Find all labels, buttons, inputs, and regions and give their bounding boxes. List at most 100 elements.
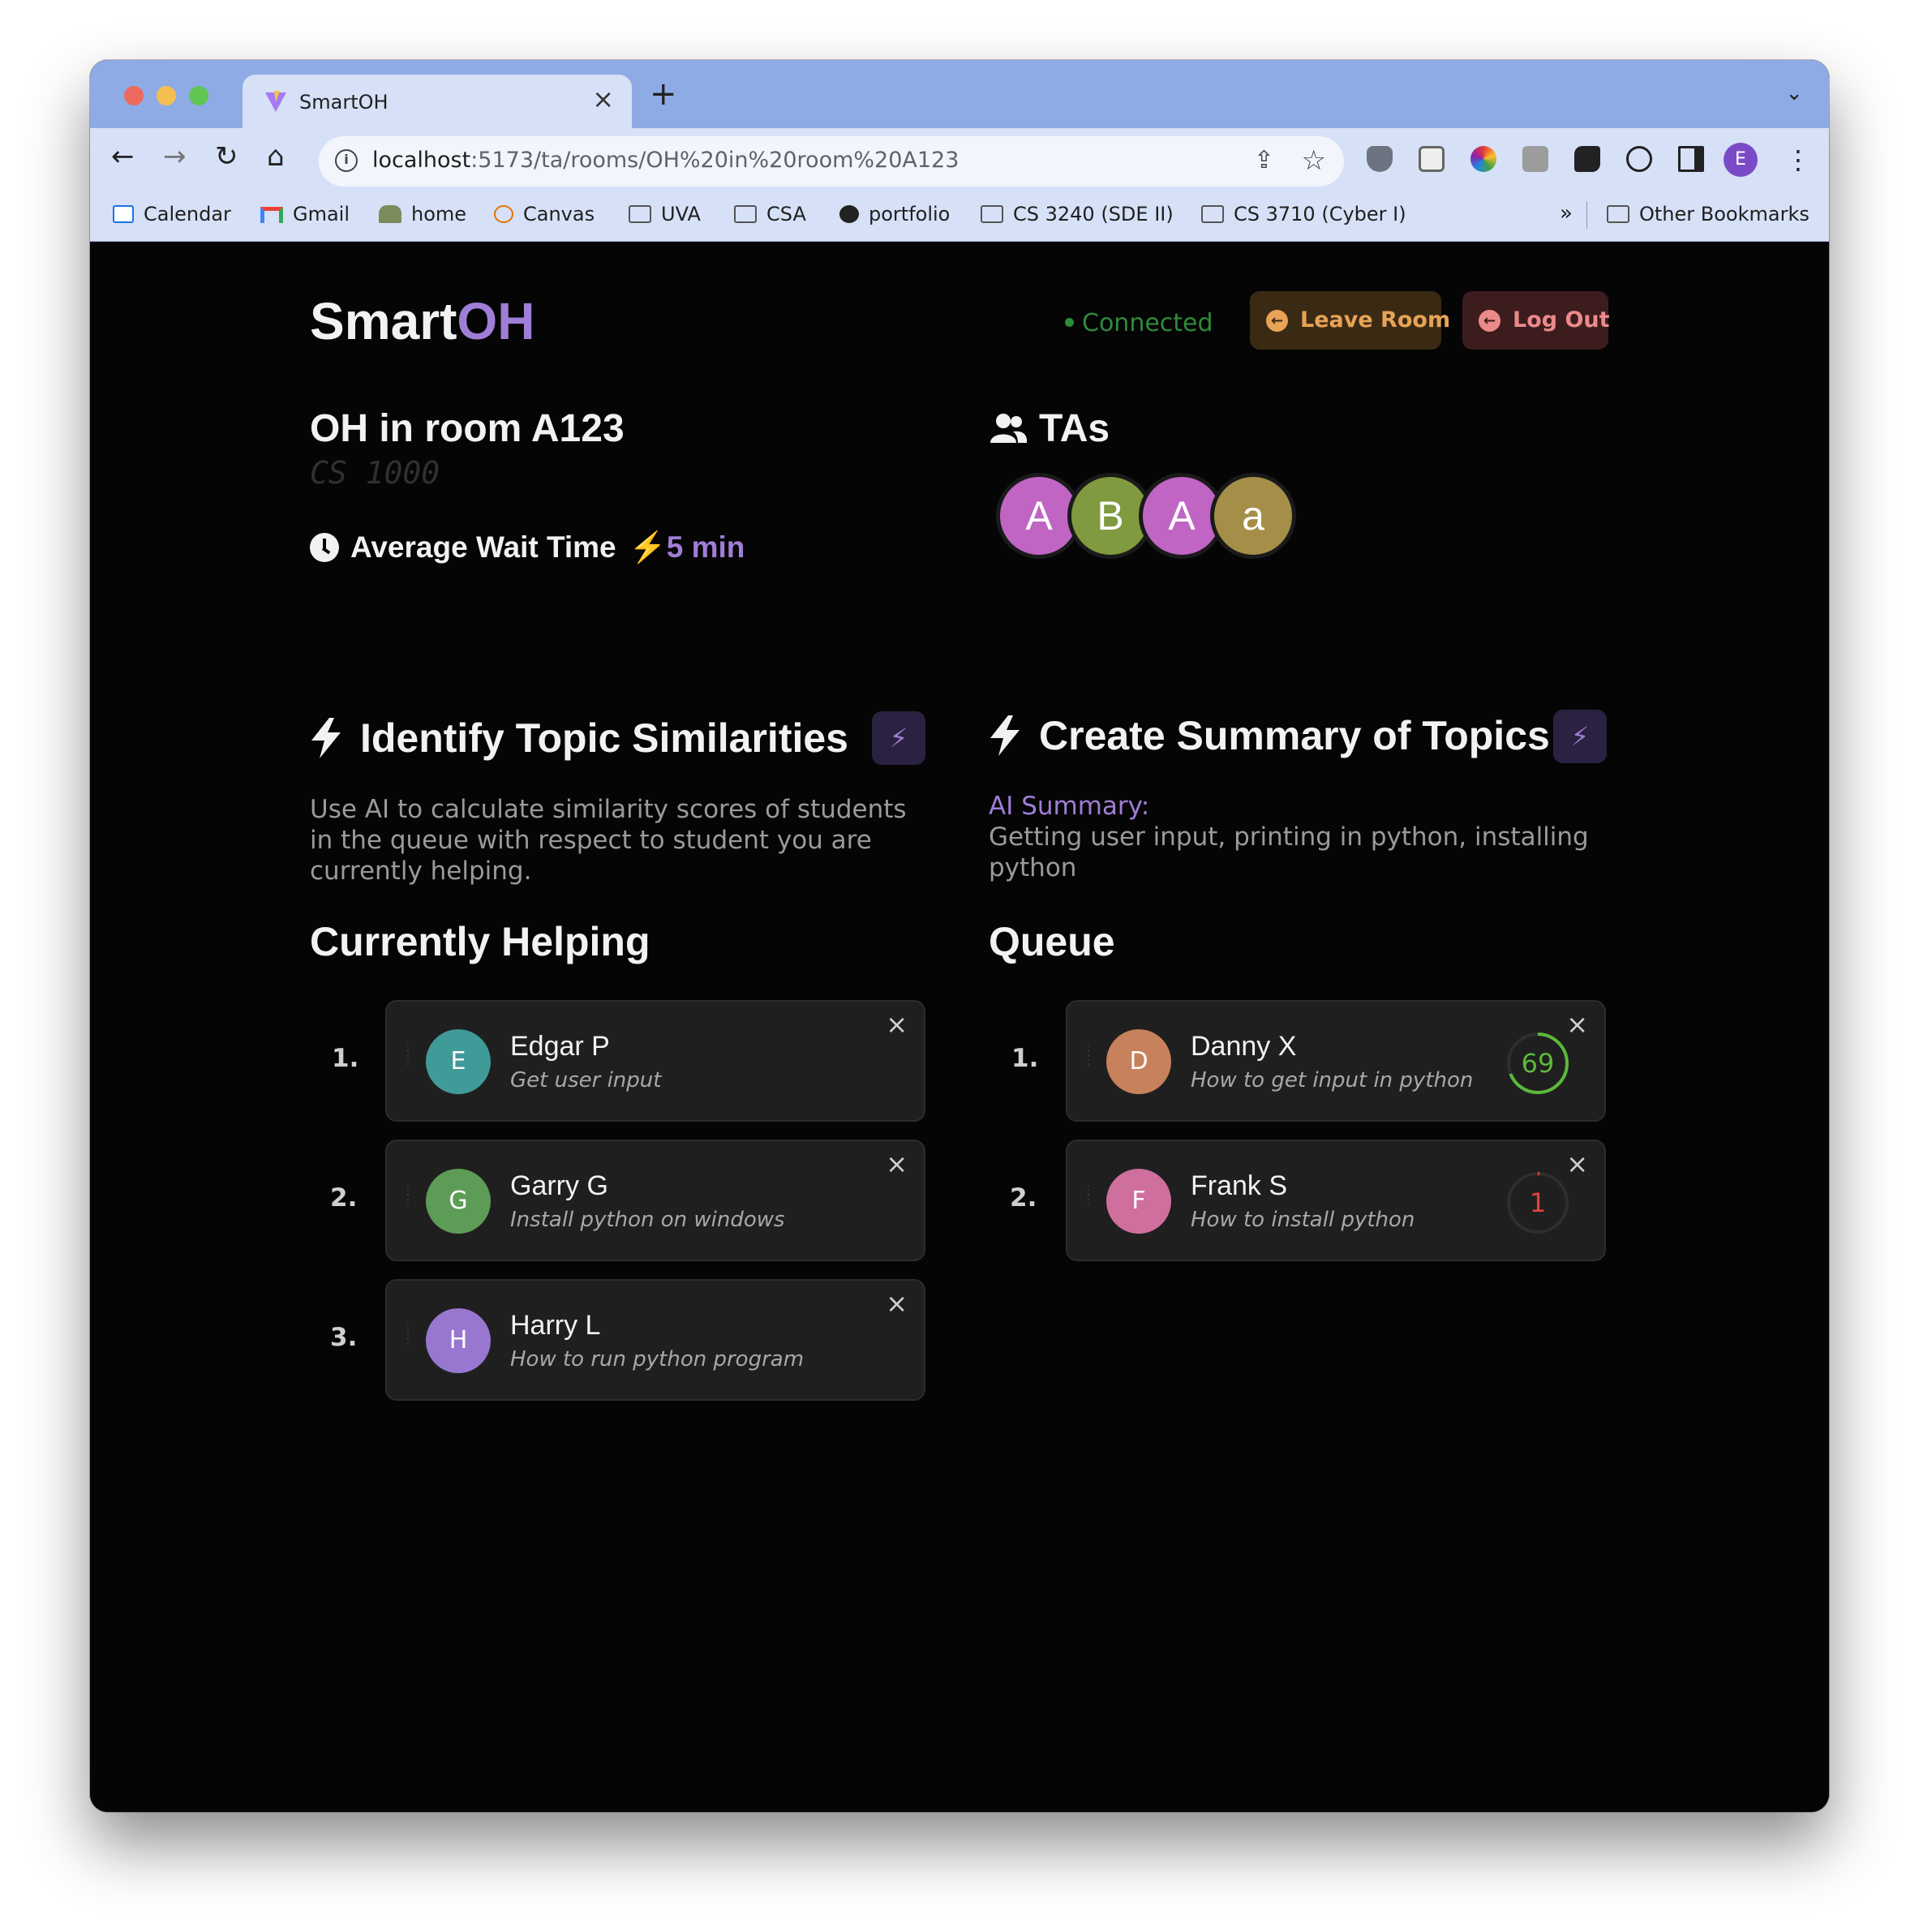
currently-helping-heading: Currently Helping <box>310 919 650 964</box>
bookmark-folder-csa[interactable]: CSA <box>734 203 806 225</box>
helping-card[interactable]: ⋮ ⋮ H Harry L How to run python program × <box>385 1279 925 1401</box>
ai-summary-text: Getting user input, printing in python, … <box>989 822 1589 882</box>
folder-icon <box>629 205 651 223</box>
similarity-score: 1 <box>1505 1170 1570 1235</box>
reload-icon[interactable]: ↻ <box>215 143 238 170</box>
share-icon[interactable]: ⇪ <box>1254 146 1274 174</box>
page-extension-icon[interactable] <box>1419 146 1445 172</box>
tas-heading: TAs <box>989 406 1110 451</box>
lightning-icon: ⚡ <box>889 723 908 753</box>
ta-avatar-group: A B A a <box>996 473 1337 559</box>
close-window-button[interactable] <box>124 86 144 105</box>
other-bookmarks[interactable]: Other Bookmarks <box>1607 203 1810 225</box>
summary-heading: Create Summary of Topics <box>989 712 1550 759</box>
address-bar[interactable]: i localhost:5173/ta/rooms/OH%20in%20room… <box>319 136 1344 187</box>
back-icon[interactable]: ← <box>111 143 135 170</box>
bookmark-home[interactable]: home <box>379 203 466 225</box>
maximize-window-button[interactable] <box>189 86 208 105</box>
similarity-score-value: 69 <box>1521 1048 1555 1079</box>
bookmark-star-icon[interactable]: ☆ <box>1302 144 1326 177</box>
row-number: 2. <box>1010 1183 1037 1213</box>
bookmark-portfolio[interactable]: portfolio <box>839 203 950 225</box>
puzzle-extensions-icon[interactable] <box>1574 146 1600 172</box>
performance-icon[interactable] <box>1626 146 1652 172</box>
row-number: 1. <box>332 1044 359 1073</box>
queue-card[interactable]: ⋮ ⋮ F Frank S How to install python 1 × <box>1066 1140 1606 1261</box>
folder-icon <box>1201 205 1224 223</box>
ai-summary: AI Summary: Getting user input, printing… <box>989 791 1613 883</box>
leave-room-button[interactable]: ← Leave Room <box>1250 291 1450 350</box>
student-name: Edgar P <box>510 1031 610 1062</box>
bookmark-folder-uva[interactable]: UVA <box>629 203 701 225</box>
ta-avatar[interactable]: a <box>1210 473 1296 559</box>
profile-avatar[interactable]: E <box>1724 143 1758 177</box>
minimize-window-button[interactable] <box>157 86 176 105</box>
bookmark-gmail[interactable]: Gmail <box>260 203 350 225</box>
app-logo[interactable]: SmartOH <box>310 291 534 351</box>
side-panel-icon[interactable] <box>1678 146 1704 172</box>
url-text: localhost:5173/ta/rooms/OH%20in%20room%2… <box>372 148 960 173</box>
browser-tab[interactable]: SmartOH × <box>243 75 632 128</box>
student-avatar: H <box>426 1308 491 1373</box>
home-bookmark-icon <box>379 205 401 223</box>
tab-search-chevron-icon[interactable]: ⌄ <box>1785 81 1803 105</box>
average-wait-time: Average Wait Time ⚡5 min <box>310 530 745 565</box>
row-number: 3. <box>330 1323 358 1352</box>
identify-similarities-button[interactable]: ⚡ <box>872 711 925 765</box>
arrow-left-circle-icon: ← <box>1479 310 1500 332</box>
clock-icon <box>310 533 339 562</box>
student-avatar: D <box>1106 1029 1171 1094</box>
ublock-extension-icon[interactable] <box>1367 146 1393 172</box>
stylus-extension-icon[interactable] <box>1522 146 1548 172</box>
drag-handle-icon[interactable]: ⋮ ⋮ <box>1082 1044 1095 1078</box>
users-icon <box>990 414 1028 443</box>
bookmark-calendar[interactable]: Calendar <box>113 203 231 225</box>
folder-icon <box>1607 205 1629 223</box>
remove-icon[interactable]: × <box>886 1011 908 1037</box>
uva-icon <box>494 205 513 223</box>
student-name: Harry L <box>510 1310 601 1341</box>
student-name: Frank S <box>1191 1170 1288 1201</box>
new-tab-icon[interactable]: + <box>650 78 677 110</box>
gmail-icon <box>260 207 283 223</box>
tab-close-icon[interactable]: × <box>592 86 614 112</box>
queue-card[interactable]: ⋮ ⋮ D Danny X How to get input in python … <box>1066 1000 1606 1122</box>
bookmark-folder-cs3710[interactable]: CS 3710 (Cyber I) <box>1201 203 1406 225</box>
site-info-icon[interactable]: i <box>335 149 358 172</box>
bookmark-canvas[interactable]: Canvas <box>494 203 595 225</box>
remove-icon[interactable]: × <box>1566 1151 1588 1177</box>
tab-bar: SmartOH × + ⌄ <box>90 60 1829 128</box>
smartoh-page: SmartOH Connected ← Leave Room ← Log Out… <box>90 243 1829 1812</box>
arrow-left-circle-icon: ← <box>1266 310 1288 332</box>
color-picker-extension-icon[interactable] <box>1470 146 1496 172</box>
home-icon[interactable]: ⌂ <box>267 143 285 170</box>
create-summary-button[interactable]: ⚡ <box>1553 710 1607 763</box>
ai-summary-label: AI Summary: <box>989 792 1150 821</box>
drag-handle-icon[interactable]: ⋮ ⋮ <box>401 1044 414 1078</box>
remove-icon[interactable]: × <box>886 1151 908 1177</box>
student-topic: Install python on windows <box>510 1208 785 1232</box>
student-name: Danny X <box>1191 1031 1297 1062</box>
remove-icon[interactable]: × <box>1566 1011 1588 1037</box>
drag-handle-icon[interactable]: ⋮ ⋮ <box>401 1183 414 1217</box>
browser-toolbar: ← → ↻ ⌂ i localhost:5173/ta/rooms/OH%20i… <box>90 128 1829 190</box>
folder-icon <box>981 205 1003 223</box>
more-bookmarks-icon[interactable]: » <box>1560 201 1573 225</box>
remove-icon[interactable]: × <box>886 1290 908 1316</box>
drag-handle-icon[interactable]: ⋮ ⋮ <box>1082 1183 1095 1217</box>
drag-handle-icon[interactable]: ⋮ ⋮ <box>401 1323 414 1357</box>
helping-card[interactable]: ⋮ ⋮ E Edgar P Get user input × <box>385 1000 925 1122</box>
browser-menu-icon[interactable]: ⋮ <box>1785 144 1811 175</box>
folder-icon <box>734 205 757 223</box>
bookmark-folder-cs3240[interactable]: CS 3240 (SDE II) <box>981 203 1174 225</box>
student-topic: How to run python program <box>510 1347 805 1372</box>
queue-heading: Queue <box>989 919 1115 964</box>
tab-title: SmartOH <box>299 91 389 114</box>
lightning-icon: ⚡ <box>1570 721 1590 752</box>
log-out-button[interactable]: ← Log Out <box>1462 291 1610 350</box>
helping-card[interactable]: ⋮ ⋮ G Garry G Install python on windows × <box>385 1140 925 1261</box>
row-number: 1. <box>1011 1044 1039 1073</box>
bookmarks-bar: Calendar Gmail home Canvas UVA CSA portf… <box>90 190 1829 242</box>
forward-icon[interactable]: → <box>163 143 187 170</box>
connection-status: Connected <box>1065 309 1213 337</box>
